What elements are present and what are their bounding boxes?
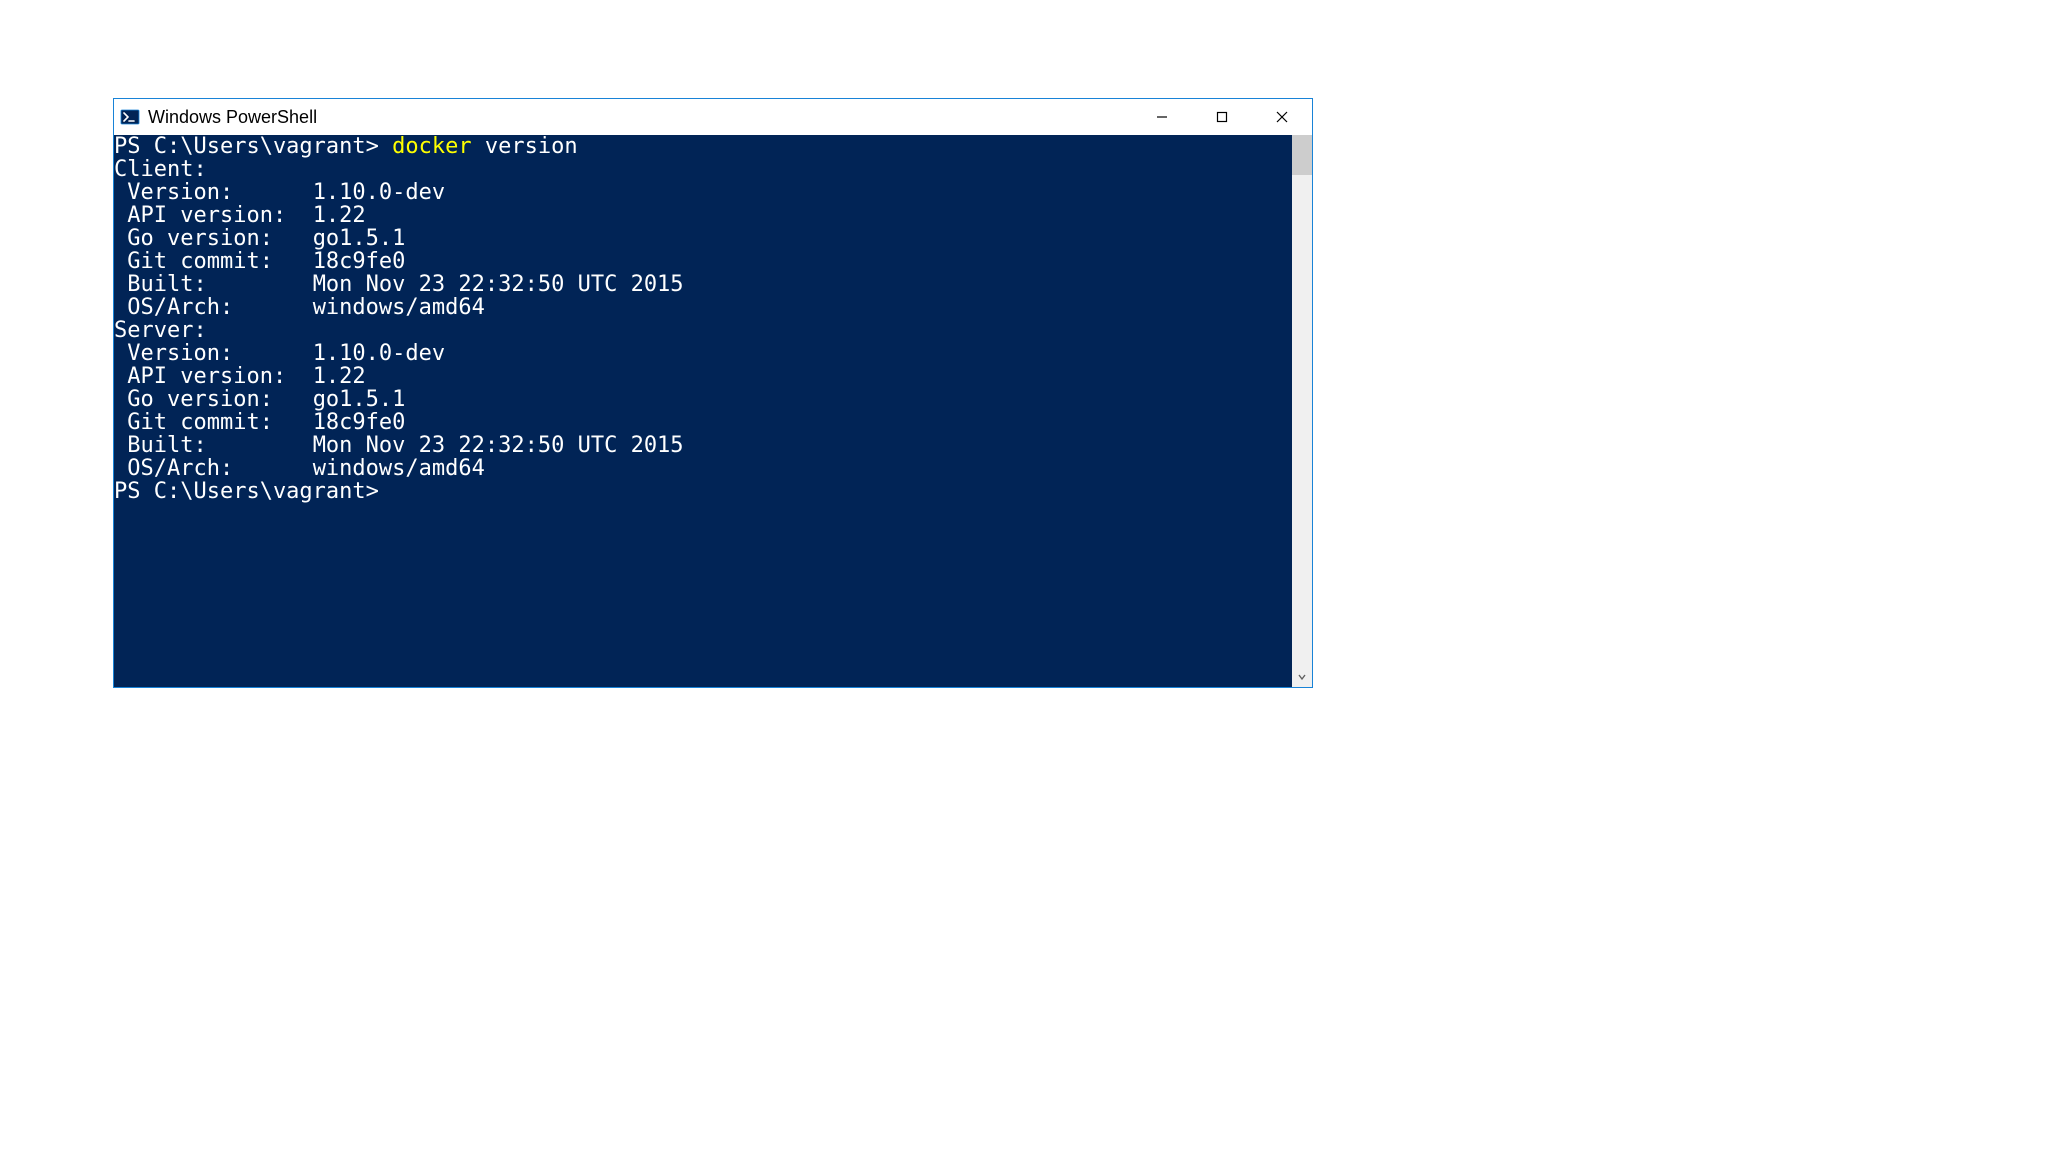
output-label: Go version: <box>114 226 313 251</box>
scroll-down-arrow-icon[interactable] <box>1292 667 1312 687</box>
output-label: Git commit: <box>114 410 313 435</box>
titlebar[interactable]: Windows PowerShell <box>114 99 1312 135</box>
output-value: 1.10.0-dev <box>313 341 445 366</box>
output-label: Built: <box>114 433 313 458</box>
output-label: Go version: <box>114 387 313 412</box>
output-label: Version: <box>114 341 313 366</box>
output-value: 1.22 <box>313 203 366 228</box>
powershell-window: Windows PowerShell PS C:\Users\vagrant> … <box>113 98 1313 688</box>
prompt-prefix: PS C:\Users\vagrant> <box>114 135 392 159</box>
powershell-icon <box>120 107 140 127</box>
output-value: 18c9fe0 <box>313 410 406 435</box>
output-line: Client: <box>114 158 1292 181</box>
output-label: OS/Arch: <box>114 295 313 320</box>
scroll-thumb[interactable] <box>1292 135 1312 175</box>
maximize-button[interactable] <box>1192 99 1252 135</box>
output-label: Git commit: <box>114 249 313 274</box>
vertical-scrollbar[interactable] <box>1292 135 1312 687</box>
window-title: Windows PowerShell <box>148 107 1132 128</box>
output-value: go1.5.1 <box>313 387 406 412</box>
close-button[interactable] <box>1252 99 1312 135</box>
command-rest: version <box>472 135 578 159</box>
output-label: API version: <box>114 364 313 389</box>
output-value: windows/amd64 <box>313 295 485 320</box>
output-label: OS/Arch: <box>114 456 313 481</box>
minimize-button[interactable] <box>1132 99 1192 135</box>
output-value: windows/amd64 <box>313 456 485 481</box>
command-highlight: docker <box>392 135 471 159</box>
output-value: 1.22 <box>313 364 366 389</box>
output-value: 1.10.0-dev <box>313 180 445 205</box>
window-controls <box>1132 99 1312 135</box>
output-label: Version: <box>114 180 313 205</box>
output-value: Mon Nov 23 22:32:50 UTC 2015 <box>313 433 684 458</box>
output-line: Server: <box>114 319 1292 342</box>
output-label: API version: <box>114 203 313 228</box>
output-label: Built: <box>114 272 313 297</box>
output-value: Mon Nov 23 22:32:50 UTC 2015 <box>313 272 684 297</box>
output-value: 18c9fe0 <box>313 249 406 274</box>
client-area: PS C:\Users\vagrant> docker versionClien… <box>114 135 1312 687</box>
prompt-line: PS C:\Users\vagrant> <box>114 480 1292 503</box>
output-value: go1.5.1 <box>313 226 406 251</box>
terminal-output[interactable]: PS C:\Users\vagrant> docker versionClien… <box>114 135 1292 687</box>
